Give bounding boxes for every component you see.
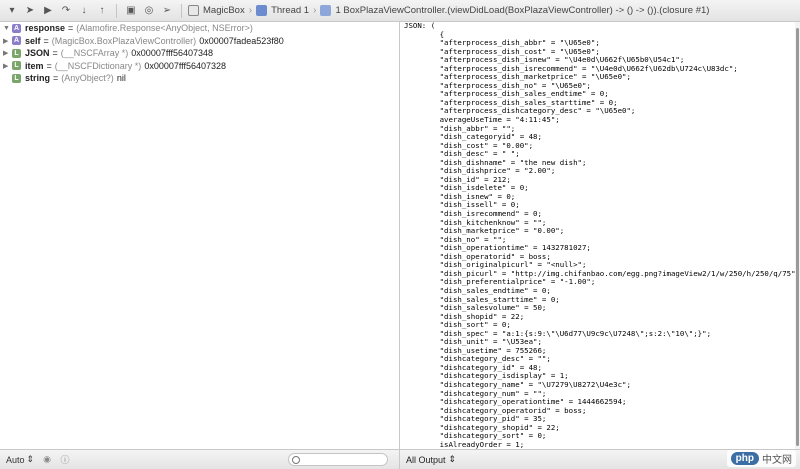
variable-name: item — [25, 60, 44, 71]
variable-type: (__NSCFDictionary *) — [54, 60, 142, 71]
variables-view: ▼ Aresponse = (Alamofire.Response<AnyObject… — [0, 22, 399, 449]
chevron-updown-icon: ⇕ — [448, 454, 457, 464]
debug-bar: ▾ ➤ ▶ ↷ ↓ ↑ ▣ ◎ ➢ MagicBox › Thread 1 › … — [0, 0, 800, 22]
toolbar-divider — [181, 3, 182, 18]
variable-type: (AnyObject?) — [61, 73, 114, 84]
variables-bottom-bar: Auto ⇕ ◉ ⓘ — [0, 449, 399, 469]
stack-frame-icon — [320, 5, 332, 16]
memory-graph-icon[interactable]: ◎ — [141, 3, 157, 19]
breadcrumb-separator-icon: › — [313, 5, 317, 16]
equals-sign: = — [43, 35, 49, 46]
step-over-icon[interactable]: ↷ — [58, 3, 74, 19]
console-output[interactable]: JSON: ( { "afterprocess_dish_abbr" = "\U… — [400, 22, 800, 449]
info-icon[interactable]: ⓘ — [60, 455, 70, 465]
variable-value: nil — [116, 73, 126, 84]
watermark-text: 中文网 — [762, 455, 792, 466]
argument-icon: A — [12, 23, 21, 33]
view-hierarchy-icon[interactable]: ▣ — [123, 3, 139, 19]
variable-name: JSON — [25, 48, 50, 59]
breadcrumb-frame[interactable]: 1 BoxPlazaViewController.(viewDidLoad(Bo… — [335, 5, 709, 16]
output-filter-select[interactable]: All Output ⇕ — [406, 454, 456, 465]
local-variable-icon: L — [12, 61, 21, 71]
local-variable-icon: L — [12, 48, 21, 58]
continue-icon[interactable]: ▶ — [40, 3, 56, 19]
equals-sign: = — [52, 48, 58, 59]
variables-filter-input[interactable] — [288, 453, 388, 466]
hide-debug-area-icon[interactable]: ▾ — [4, 3, 20, 19]
disclosure-collapsed-icon[interactable]: ▶ — [3, 37, 12, 45]
variable-name: string — [25, 73, 51, 84]
variables-scope-label: Auto — [6, 454, 25, 465]
variable-row[interactable]: ▼ Aresponse = (Alamofire.Response<AnyObject… — [0, 22, 399, 35]
output-filter-label: All Output — [406, 454, 446, 465]
breadcrumb-separator-icon: › — [248, 5, 253, 16]
variable-row[interactable]: ▶ Litem = (__NSCFDictionary *) 0x00007fff564… — [0, 60, 399, 73]
disclosure-collapsed-icon[interactable]: ▶ — [3, 49, 12, 57]
equals-sign: = — [46, 60, 52, 71]
scrollbar-thumb[interactable] — [796, 28, 799, 446]
variable-name: response — [25, 23, 66, 34]
step-out-icon[interactable]: ↑ — [94, 3, 110, 19]
quick-look-icon[interactable]: ◉ — [42, 454, 52, 465]
equals-sign: = — [68, 23, 74, 34]
console-line: JSON: ( — [404, 22, 436, 30]
variable-row[interactable]: ▶ L JSON = (__NSCFArray *) 0x00007fff56407348 — [0, 47, 399, 60]
variable-name: self — [25, 35, 41, 46]
disclosure-expanded-icon[interactable]: ▼ — [3, 25, 12, 32]
variable-type: (Alamofire.Response<AnyObject, NSError>) — [76, 23, 253, 34]
disclosure-collapsed-icon[interactable]: ▶ — [3, 62, 12, 70]
breadcrumb-project[interactable]: MagicBox — [203, 5, 245, 16]
console-scrollbar[interactable] — [795, 22, 800, 449]
watermark-badge: php — [730, 452, 759, 465]
toolbar-divider — [116, 3, 117, 18]
variable-type: (MagicBox.BoxPlazaViewController) — [51, 35, 197, 46]
step-in-icon[interactable]: ↓ — [76, 3, 92, 19]
breadcrumb: MagicBox › Thread 1 › 1 BoxPlazaViewCont… — [188, 5, 709, 16]
location-icon[interactable]: ➢ — [159, 3, 175, 19]
thread-icon — [256, 5, 268, 16]
project-icon — [188, 5, 199, 16]
variable-row[interactable]: Lstring = (AnyObject?) nil — [0, 72, 399, 85]
variable-value: 0x00007fadea523f80 — [199, 35, 284, 46]
watermark: php 中文网 — [726, 450, 796, 467]
console-text: JSON: ( { "afterprocess_dish_abbr" = "\U… — [400, 22, 800, 449]
variable-row[interactable]: ▶ Aself = (MagicBox.BoxPlazaViewController)… — [0, 35, 399, 48]
equals-sign: = — [53, 73, 59, 84]
local-variable-icon: L — [12, 73, 21, 83]
breakpoints-toggle-icon[interactable]: ➤ — [22, 3, 38, 19]
variable-value: 0x00007fff56407328 — [144, 60, 227, 71]
argument-icon: A — [12, 36, 21, 46]
variable-type: (__NSCFArray *) — [60, 48, 129, 59]
chevron-updown-icon: ⇕ — [26, 454, 35, 464]
filter-icon — [292, 455, 300, 464]
variable-value: 0x00007fff56407348 — [131, 48, 214, 59]
variables-scope-select[interactable]: Auto ⇕ — [6, 454, 34, 465]
breadcrumb-thread[interactable]: Thread 1 — [271, 5, 309, 16]
